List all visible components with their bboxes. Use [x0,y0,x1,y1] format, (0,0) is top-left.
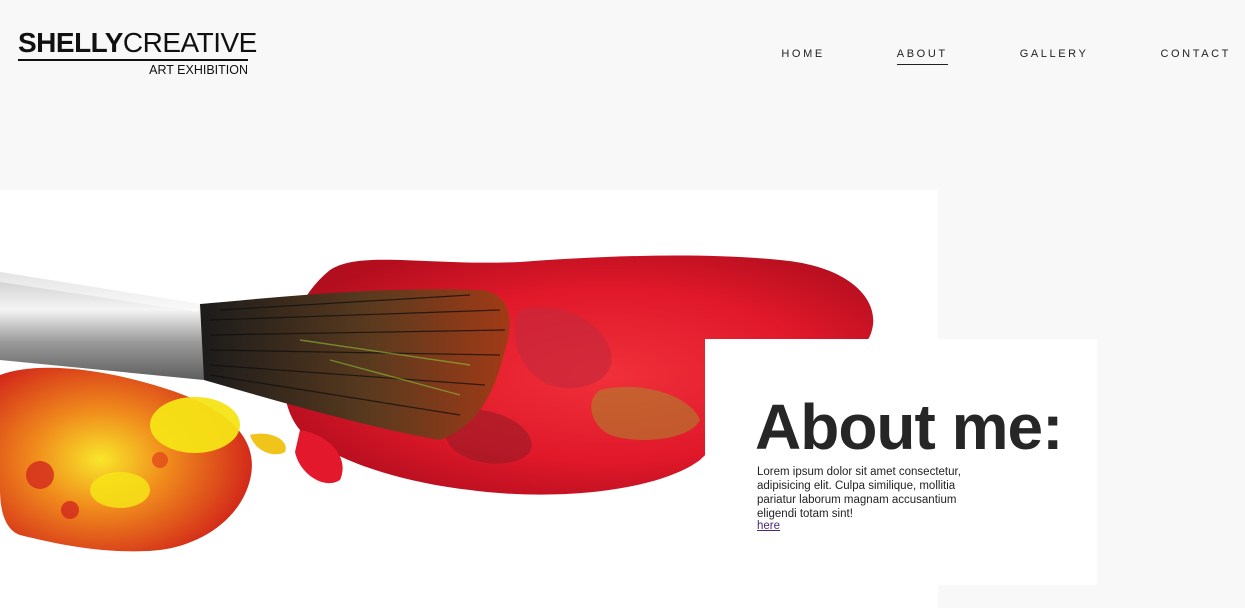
logo-divider [18,59,248,61]
logo-name-light: CREATIVE [122,27,257,58]
nav-item-gallery[interactable]: GALLERY [1020,48,1089,65]
nav-item-contact[interactable]: CONTACT [1160,48,1231,65]
about-body: Lorem ipsum dolor sit amet consectetur, … [757,466,961,520]
main-nav: HOME ABOUT GALLERY CONTACT [709,48,1231,65]
logo[interactable]: SHELLYCREATIVE ART EXHIBITION [18,27,257,77]
brush-ferrule [0,272,212,380]
orange-paint-blob [0,367,252,552]
about-title: About me: [755,391,1063,463]
logo-wordmark: SHELLYCREATIVE [18,27,257,58]
nav-item-about[interactable]: ABOUT [896,48,948,65]
nav-item-home[interactable]: HOME [781,48,824,65]
about-card: About me: Lorem ipsum dolor sit amet con… [705,339,1097,585]
about-link[interactable]: here [757,519,780,533]
logo-subtitle: ART EXHIBITION [149,63,248,77]
logo-name-bold: SHELLY [18,27,123,58]
